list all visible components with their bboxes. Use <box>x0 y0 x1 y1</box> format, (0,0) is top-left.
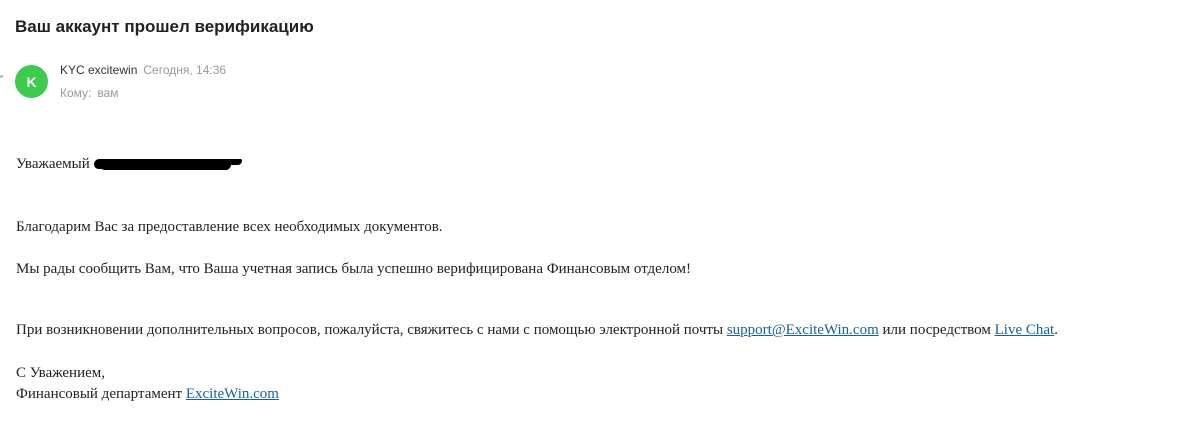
greeting-prefix: Уважаемый <box>16 156 90 172</box>
signature-line: Финансовый департамент ExciteWin.com <box>16 385 279 403</box>
email-subject: Ваш аккаунт прошел верификацию <box>15 17 314 36</box>
live-chat-link[interactable]: Live Chat <box>995 322 1055 338</box>
edge-marker <box>0 75 3 78</box>
verified-paragraph: Мы рады сообщить Вам, что Ваша учетная з… <box>16 261 692 277</box>
recipient-label: Кому: <box>60 86 92 100</box>
avatar-letter: K <box>26 73 37 90</box>
contact-end: . <box>1054 322 1058 338</box>
redacted-name <box>93 158 226 169</box>
sender-name[interactable]: KYC excitewin <box>60 63 137 77</box>
sender-avatar[interactable]: K <box>15 65 48 98</box>
signature-prefix: Финансовый департамент <box>16 386 183 402</box>
support-email-link[interactable]: support@ExciteWin.com <box>727 322 879 338</box>
recipient-line: Кому: вам <box>60 86 119 100</box>
greeting-line: Уважаемый, <box>16 155 230 173</box>
contact-text-2: или посредством <box>882 322 991 338</box>
recipient-value[interactable]: вам <box>97 86 118 100</box>
sign-off: С Уважением, <box>16 365 106 381</box>
sender-line: KYC excitewin Сегодня, 14:36 <box>60 63 226 77</box>
thanks-paragraph: Благодарим Вас за предоставление всех не… <box>16 219 443 235</box>
contact-text-1: При возникновении дополнительных вопросо… <box>16 322 724 338</box>
greeting-suffix: , <box>225 156 230 172</box>
contact-paragraph: При возникновении дополнительных вопросо… <box>16 321 1058 339</box>
signature-link[interactable]: ExciteWin.com <box>186 386 279 402</box>
sent-time: Сегодня, 14:36 <box>143 63 227 77</box>
